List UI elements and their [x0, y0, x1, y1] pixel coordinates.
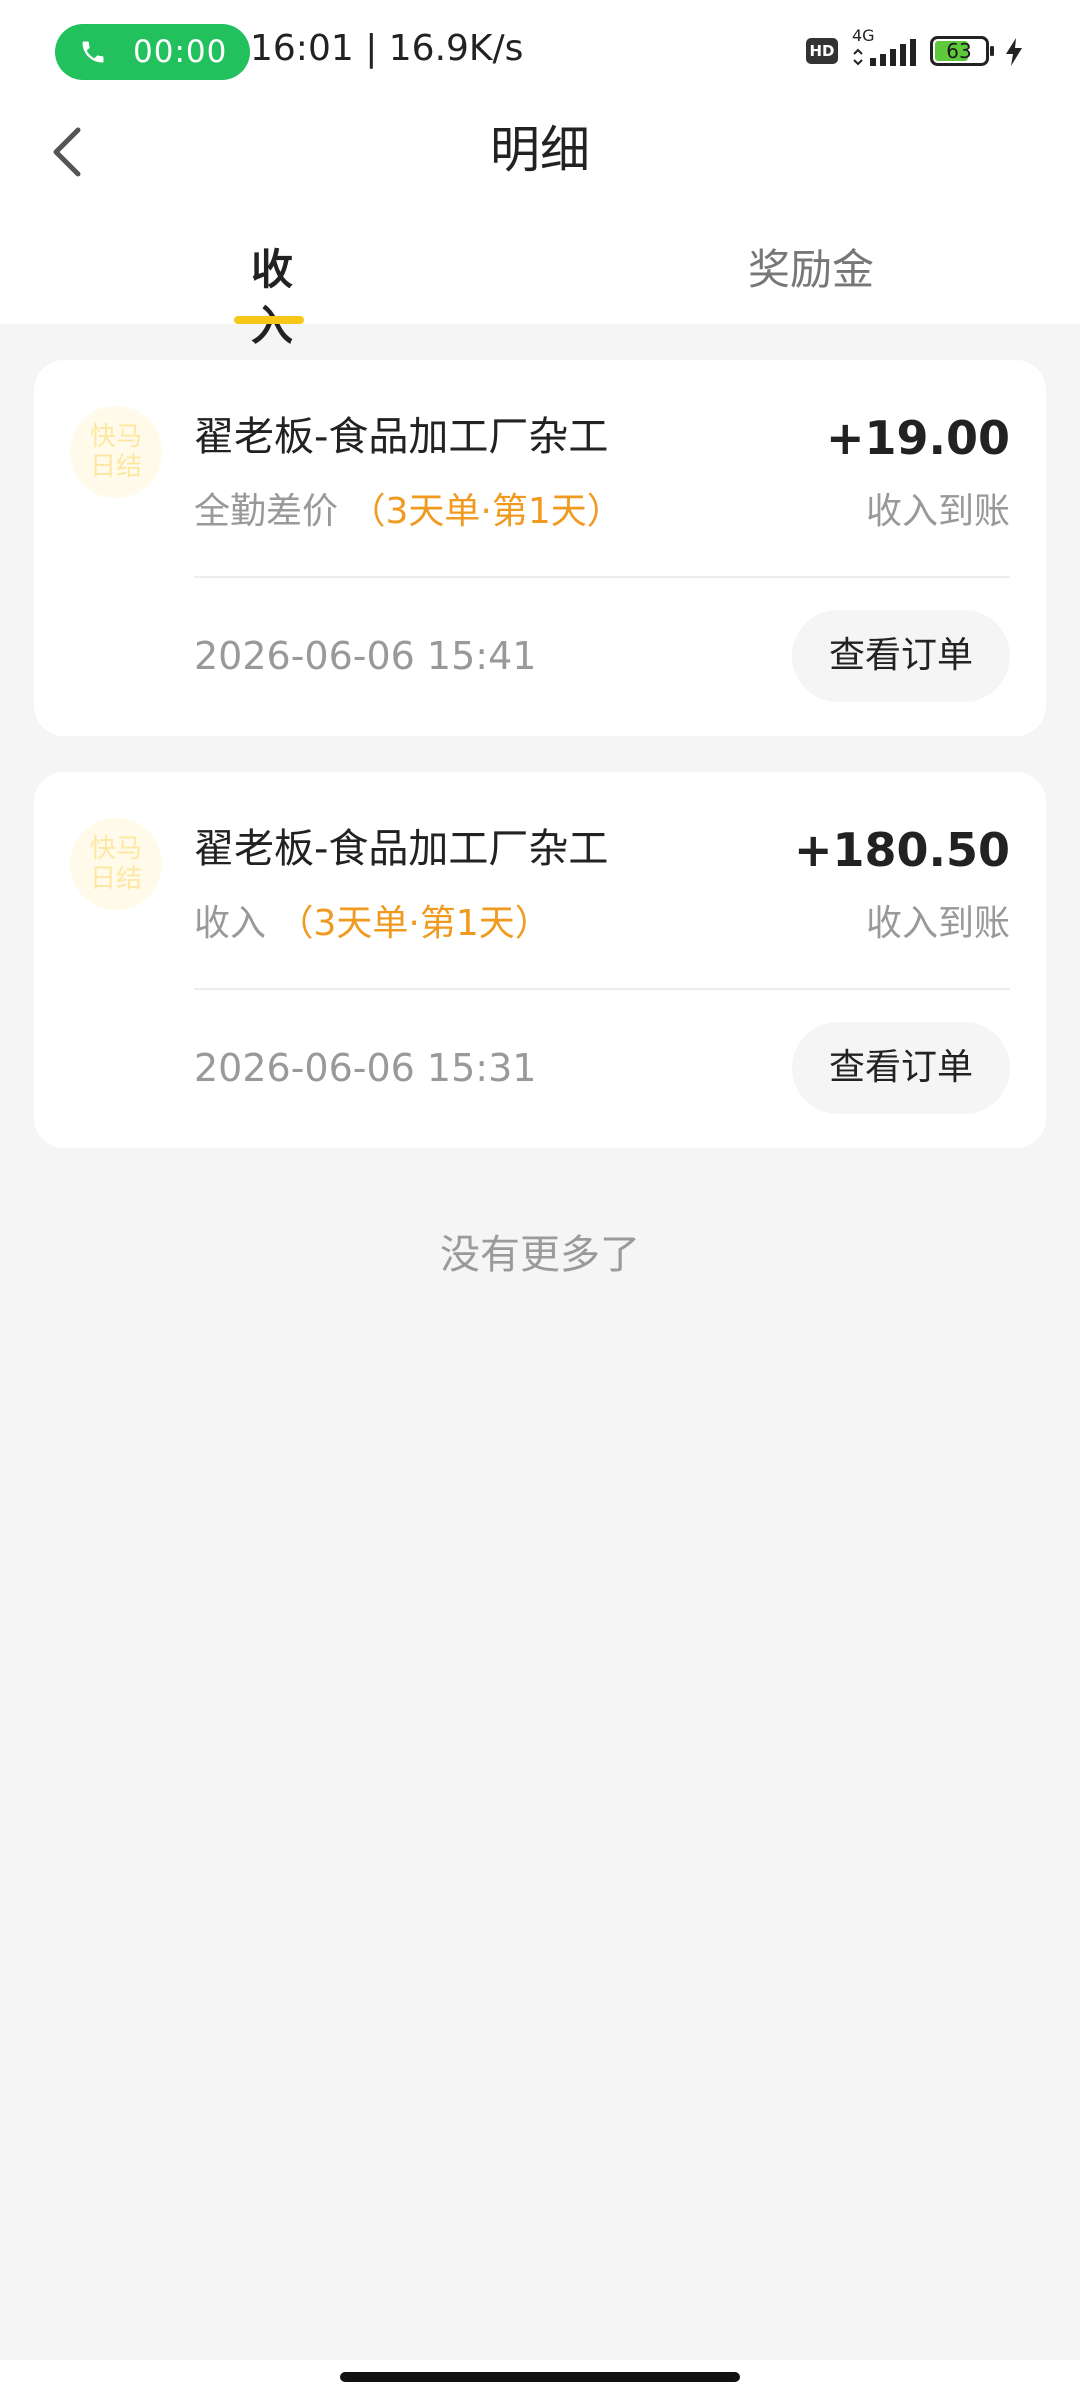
view-order-button[interactable]: 查看订单: [792, 610, 1010, 702]
income-record-card[interactable]: 快马 日结 翟老板-食品加工厂杂工 +180.50 收入 （3天单·第1天） 收…: [34, 772, 1046, 1148]
income-type: 收入: [194, 903, 267, 944]
income-status: 收入到账: [865, 903, 1010, 944]
job-title: 翟老板-食品加工厂杂工: [194, 414, 609, 460]
card-divider: [194, 988, 1010, 990]
record-timestamp: 2026-06-06 15:41: [194, 634, 537, 678]
call-timer: 00:00: [133, 34, 228, 70]
income-amount: +180.50: [793, 823, 1010, 877]
order-day-detail: （3天单·第1天）: [349, 491, 623, 532]
logo-text-line1: 快马: [89, 834, 142, 864]
income-status: 收入到账: [865, 491, 1010, 532]
active-tab-indicator: [234, 316, 304, 324]
call-status-pill[interactable]: 00:00: [55, 24, 250, 80]
page-title: 明细: [490, 121, 590, 179]
order-day-detail: （3天单·第1天）: [277, 903, 551, 944]
income-record-card[interactable]: 快马 日结 翟老板-食品加工厂杂工 +19.00 全勤差价 （3天单·第1天） …: [34, 360, 1046, 736]
record-timestamp: 2026-06-06 15:31: [194, 1046, 537, 1090]
company-logo: 快马 日结: [70, 406, 162, 498]
hd-badge: HD: [806, 38, 838, 64]
status-time-speed: 16:01 | 16.9K/s: [250, 28, 524, 69]
no-more-text: 没有更多了: [440, 1232, 640, 1278]
home-indicator[interactable]: [340, 2372, 740, 2382]
tab-bonus[interactable]: 奖励金: [748, 242, 874, 298]
battery-level: 63: [946, 39, 972, 63]
income-type: 全勤差价: [194, 491, 339, 532]
company-logo: 快马 日结: [70, 818, 162, 910]
income-amount: +19.00: [825, 411, 1010, 465]
charging-icon: [1006, 38, 1022, 66]
logo-text-line2: 日结: [89, 452, 142, 482]
signal-icon: [853, 39, 916, 66]
phone-icon: [82, 41, 104, 63]
income-type-line: 全勤差价 （3天单·第1天）: [194, 488, 623, 536]
logo-text-line2: 日结: [89, 864, 142, 894]
tab-income[interactable]: 收入: [232, 242, 312, 354]
card-divider: [194, 576, 1010, 578]
income-type-line: 收入 （3天单·第1天）: [194, 900, 551, 948]
job-title: 翟老板-食品加工厂杂工: [194, 826, 609, 872]
logo-text-line1: 快马: [89, 422, 142, 452]
view-order-button[interactable]: 查看订单: [792, 1022, 1010, 1114]
